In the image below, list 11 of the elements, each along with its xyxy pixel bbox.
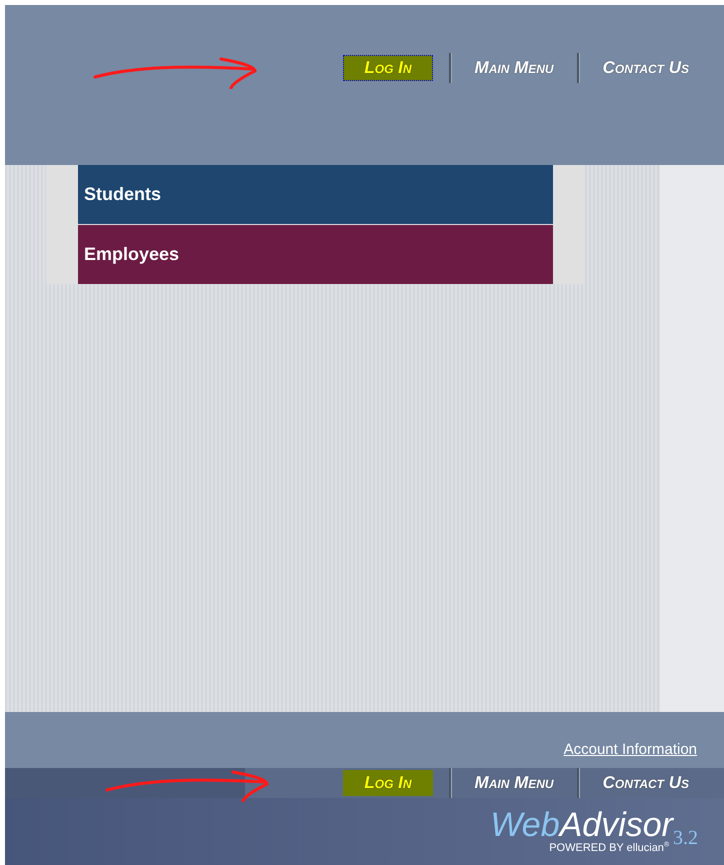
nav-link[interactable]: Main Menu	[452, 770, 577, 796]
nav-link[interactable]: Log In	[343, 770, 433, 796]
menu-item[interactable]: Employees	[78, 225, 553, 284]
menu-item[interactable]: Students	[78, 165, 553, 224]
account-link[interactable]: Account Information	[564, 741, 697, 758]
nav-link[interactable]: Contact Us	[580, 55, 712, 81]
nav-link[interactable]: Log In	[343, 55, 433, 81]
logo-tagline: POWERED BY ellucian$^{®}$	[549, 842, 670, 855]
logo-name: WebAdvisor$_{3.2}$	[490, 808, 698, 842]
nav-link[interactable]: Main Menu	[452, 55, 577, 81]
nav-link[interactable]: Contact Us	[580, 770, 712, 796]
